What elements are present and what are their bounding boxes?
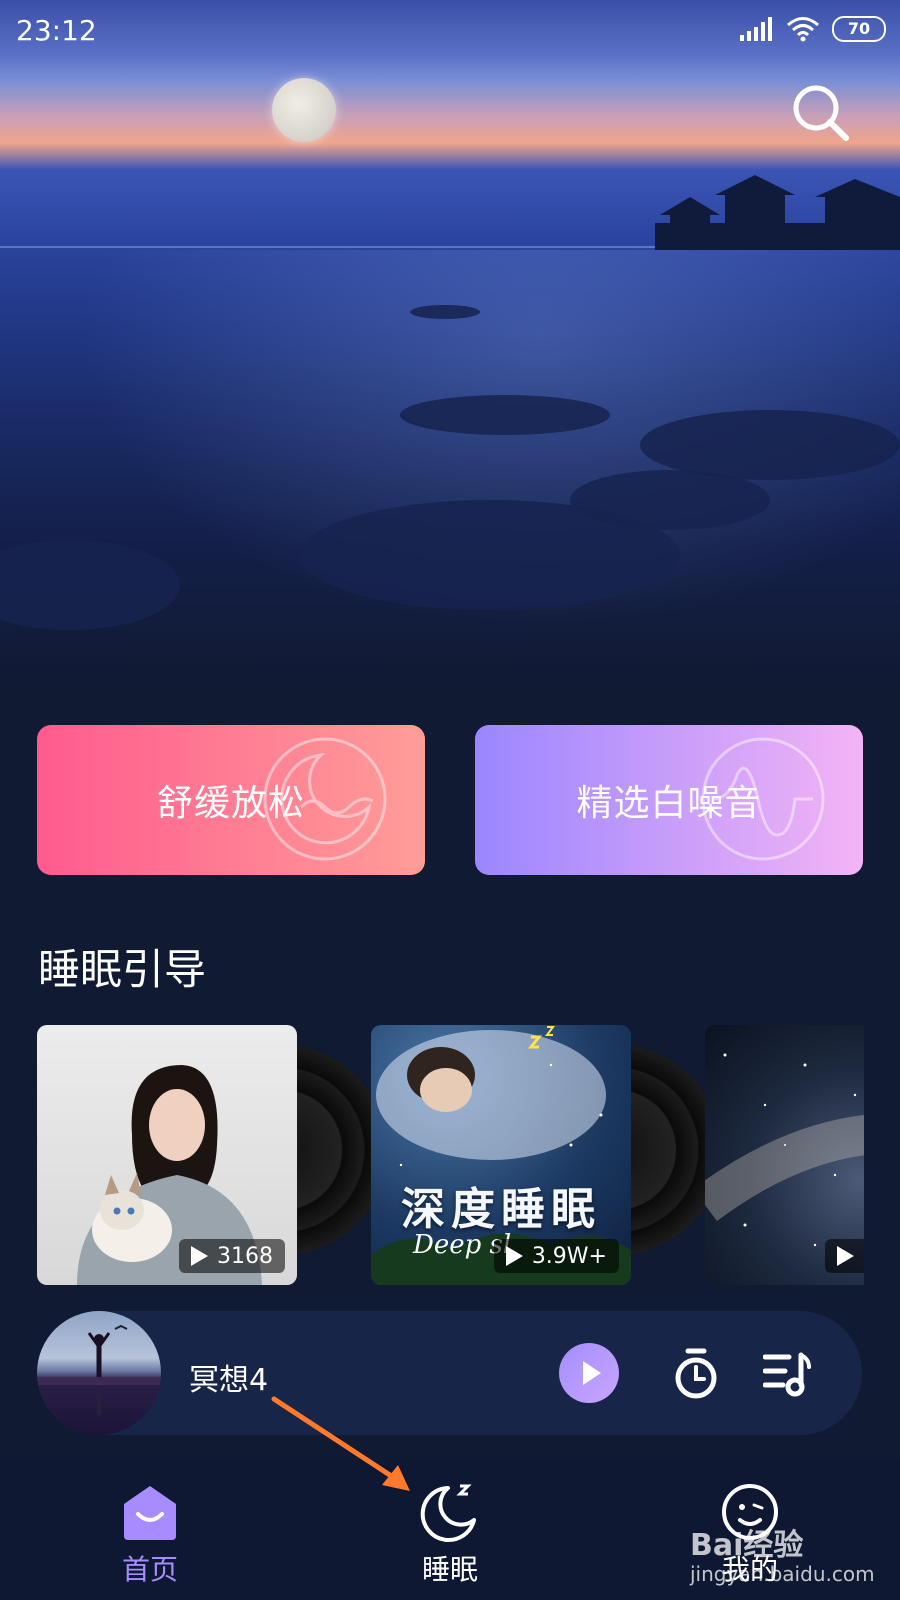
watermark: Bai经验 jingyan.baidu.com [690, 1520, 890, 1590]
white-noise-card-label: 精选白噪音 [576, 783, 762, 824]
rock [400, 395, 610, 435]
status-bar: 23:12 70 [0, 0, 900, 62]
timer-icon[interactable] [671, 1347, 721, 1401]
watermark-url: jingyan.baidu.com [690, 1562, 875, 1586]
play-button[interactable] [559, 1343, 619, 1403]
play-icon [505, 1246, 523, 1266]
moon [272, 78, 336, 142]
play-icon [191, 1246, 208, 1266]
album-rail[interactable]: 3168 深度睡眠 Deep sl 3.9W+ [37, 1025, 864, 1285]
nav-label-home: 首页 [121, 1553, 178, 1586]
watermark-brand: Bai经验 [690, 1528, 804, 1563]
play-count: 3168 [217, 1243, 273, 1269]
relax-card[interactable]: 舒缓放松 [37, 725, 425, 875]
play-count-badge: 3.9W+ [493, 1239, 619, 1273]
album-cover-title: 深度睡眠 [401, 1184, 601, 1235]
album-card[interactable]: 3168 [37, 1025, 387, 1285]
play-icon [583, 1361, 601, 1385]
album-cover: 深度睡眠 Deep sl 3.9W+ [371, 1025, 631, 1285]
album-card[interactable] [705, 1025, 864, 1285]
album-cover: 3168 [37, 1025, 297, 1285]
album-card[interactable]: 深度睡眠 Deep sl 3.9W+ [371, 1025, 721, 1285]
relax-card-label: 舒缓放松 [156, 783, 305, 824]
rock [300, 500, 680, 610]
play-icon [837, 1246, 854, 1266]
meditation-figure-illustration [37, 1324, 161, 1415]
status-time: 23:12 [16, 14, 97, 47]
wifi-icon [787, 17, 819, 42]
nav-item-home[interactable]: 首页 [70, 1480, 230, 1588]
playlist-icon[interactable] [763, 1351, 813, 1397]
play-count: 3.9W+ [531, 1243, 607, 1269]
white-noise-card[interactable]: 精选白噪音 [475, 725, 863, 875]
battery-indicator: 70 [832, 16, 886, 42]
pavilion-silhouette [655, 175, 900, 250]
signal-icon [740, 17, 772, 41]
section-title: 睡眠引导 [38, 945, 207, 994]
nav-label-sleep: 睡眠 [421, 1553, 478, 1586]
rock [410, 305, 480, 319]
play-count-badge [825, 1239, 864, 1273]
search-icon[interactable] [790, 82, 852, 144]
hero-banner [0, 0, 900, 680]
home-icon [124, 1486, 176, 1540]
annotation-arrow [271, 1396, 410, 1491]
track-thumbnail[interactable] [37, 1311, 161, 1435]
album-cover [705, 1025, 864, 1285]
track-title[interactable]: 冥想4 [189, 1355, 268, 1399]
mini-player[interactable]: 冥想4 [37, 1311, 862, 1435]
play-count-badge: 3168 [179, 1239, 285, 1273]
